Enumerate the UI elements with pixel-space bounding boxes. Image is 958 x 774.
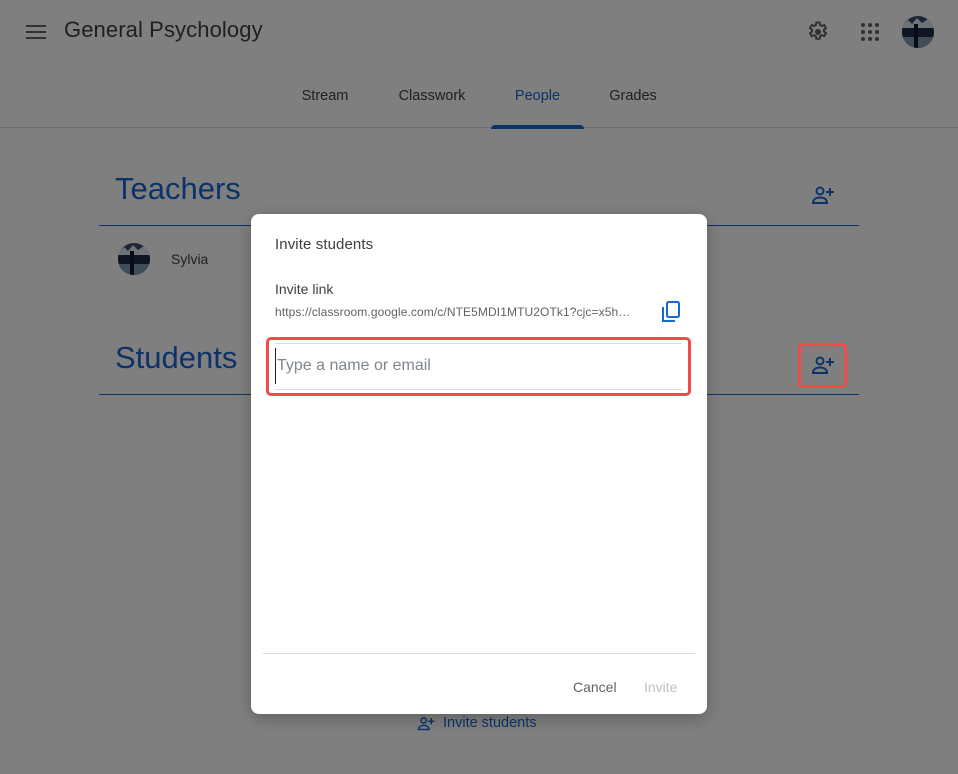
highlight-box-name-input bbox=[266, 337, 691, 396]
copy-link-button[interactable] bbox=[657, 298, 685, 326]
dialog-footer-divider bbox=[263, 653, 695, 654]
dialog-title: Invite students bbox=[275, 236, 374, 253]
cancel-button[interactable]: Cancel bbox=[573, 672, 617, 702]
name-or-email-input[interactable] bbox=[275, 348, 675, 384]
invite-button[interactable]: Invite bbox=[644, 672, 677, 702]
input-top-border bbox=[275, 343, 682, 344]
highlight-box-add-student bbox=[798, 343, 847, 388]
copy-icon bbox=[662, 301, 680, 322]
input-underline bbox=[275, 389, 682, 390]
invite-link-label: Invite link bbox=[275, 281, 334, 297]
invite-students-dialog: Invite students Invite link https://clas… bbox=[251, 214, 707, 714]
invite-link-url: https://classroom.google.com/c/NTE5MDI1M… bbox=[275, 305, 631, 319]
